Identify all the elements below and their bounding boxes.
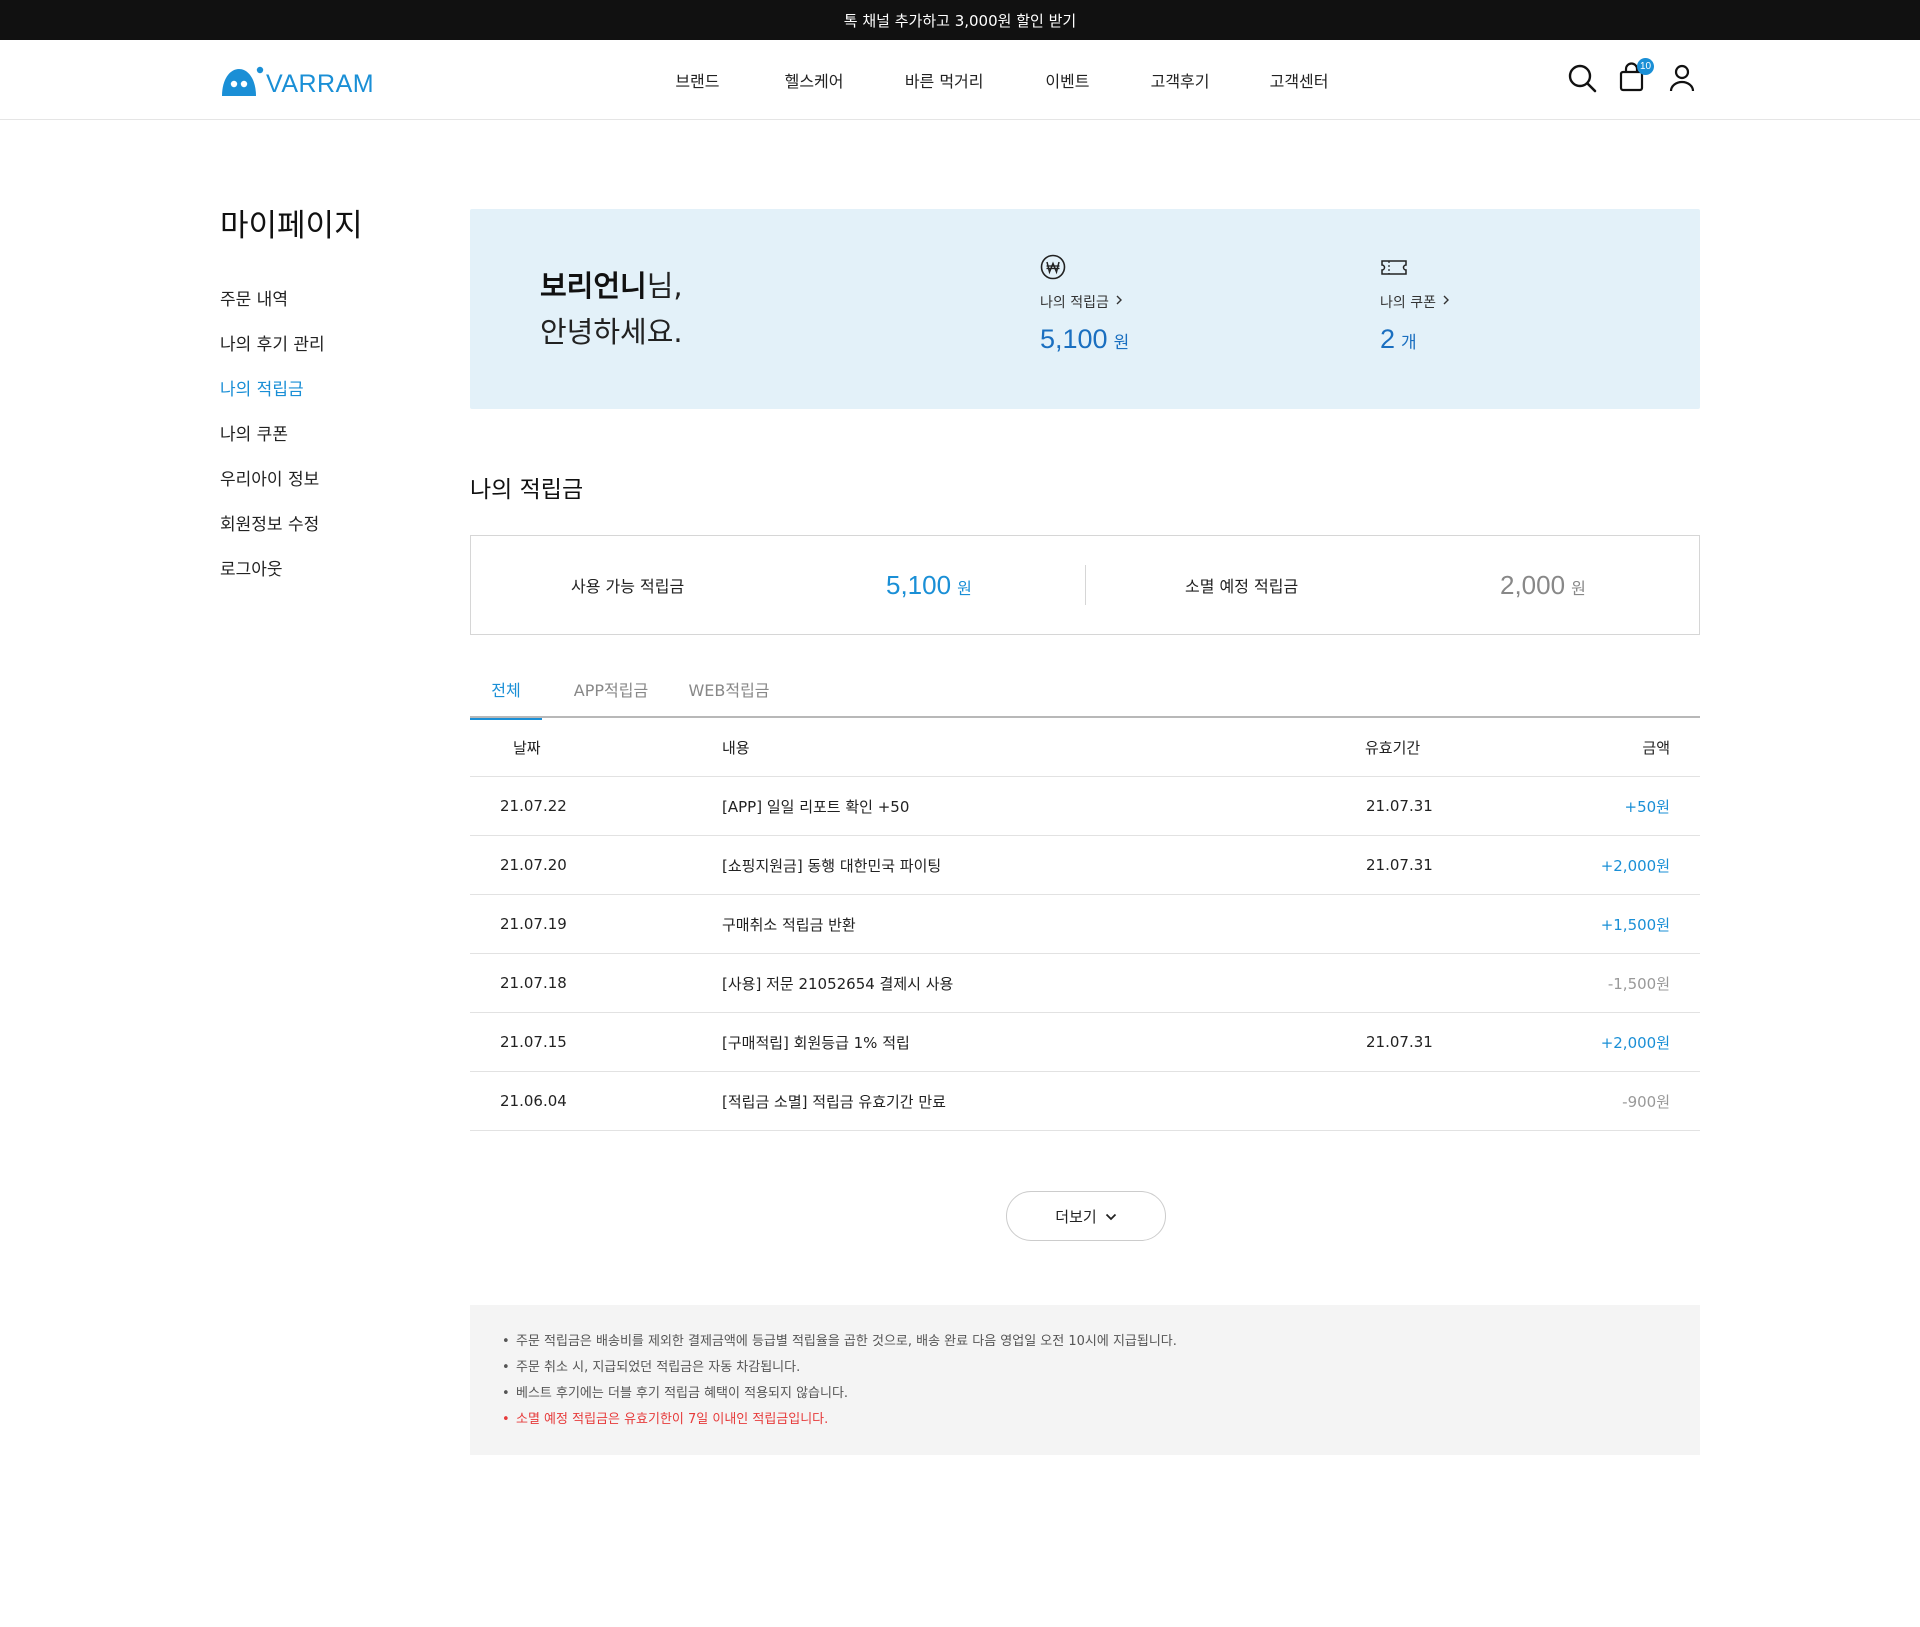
row-desc: [APP] 일일 리포트 확인 +50: [722, 797, 910, 816]
notice-item: 주문 취소 시, 지급되었던 적립금은 자동 차감됩니다.: [502, 1355, 1668, 1381]
welcome-card: 보리언니님, 안녕하세요. 나의 적립금 5,100 원 나의 쿠폰 2개: [470, 209, 1700, 409]
notice-item: 주문 적립금은 배송비를 제외한 결제금액에 등급별 적립율을 곱한 것으로, …: [502, 1329, 1668, 1355]
expiring-label: 소멸 예정 적립금: [1185, 577, 1299, 596]
header-amount: 금액: [1642, 738, 1670, 757]
nav-item-food[interactable]: 바른 먹거리: [844, 40, 984, 120]
sidebar-item-my-points[interactable]: 나의 적립금: [220, 376, 325, 421]
row-amount: -1,500원: [1607, 974, 1670, 993]
table-row: 21.06.04 [적립금 소멸] 적립금 유효기간 만료 -900원: [470, 1072, 1700, 1131]
row-amount: -900원: [1622, 1092, 1670, 1111]
chevron-right-icon: [1115, 294, 1123, 310]
row-desc: [적립금 소멸] 적립금 유효기간 만료: [722, 1092, 946, 1111]
sidebar-item-orders[interactable]: 주문 내역: [220, 286, 325, 331]
varram-logo-icon: [220, 65, 264, 97]
load-more-label: 더보기: [1055, 1207, 1097, 1226]
coupons-label: 나의 쿠폰: [1380, 295, 1436, 311]
sidebar-item-my-reviews[interactable]: 나의 후기 관리: [220, 331, 325, 376]
sidebar-menu: 주문 내역 나의 후기 관리 나의 적립금 나의 쿠폰 우리아이 정보 회원정보…: [220, 286, 325, 601]
user-name: 보리언니: [540, 269, 647, 303]
row-date: 21.06.04: [500, 1092, 567, 1110]
promo-banner[interactable]: 톡 채널 추가하고 3,000원 할인 받기: [0, 0, 1920, 40]
user-icon[interactable]: [1666, 62, 1698, 94]
points-stat: 나의 적립금 5,100 원: [1040, 254, 1129, 355]
tab-all[interactable]: 전체: [470, 660, 542, 720]
won-icon: [1040, 254, 1066, 284]
sidebar-item-child-info[interactable]: 우리아이 정보: [220, 466, 325, 511]
row-amount: +2,000원: [1600, 856, 1670, 875]
ticket-icon: [1380, 260, 1408, 284]
row-date: 21.07.15: [500, 1033, 567, 1051]
points-summary: 사용 가능 적립금 5,100 원 소멸 예정 적립금 2,000 원: [470, 535, 1700, 635]
points-label: 나의 적립금: [1040, 295, 1109, 311]
row-date: 21.07.20: [500, 856, 567, 874]
shopping-bag-icon[interactable]: 10: [1616, 58, 1654, 94]
header-icons: 10: [1566, 58, 1698, 94]
header-desc: 내용: [722, 738, 750, 757]
coupons-link[interactable]: 나의 쿠폰: [1380, 292, 1450, 312]
header-expiry: 유효기간: [1365, 738, 1421, 757]
table-row: 21.07.18 [사용] 저문 21052654 결제시 사용 -1,500원: [470, 954, 1700, 1013]
points-value: 5,100 원: [1040, 324, 1130, 354]
row-expiry: 21.07.31: [1366, 1033, 1433, 1051]
row-desc: 구매취소 적립금 반환: [722, 915, 856, 934]
available-label: 사용 가능 적립금: [571, 577, 685, 596]
greeting-text: 안녕하세요.: [540, 315, 683, 349]
logo[interactable]: VARRAM: [220, 64, 374, 98]
logo-text: VARRAM: [266, 69, 375, 98]
points-history-table: 날짜 내용 유효기간 금액 21.07.22 [APP] 일일 리포트 확인 +…: [470, 718, 1700, 1131]
user-name-suffix: 님,: [646, 269, 683, 303]
row-desc: [구매적립] 회원등급 1% 적립: [722, 1033, 910, 1052]
tab-app-points[interactable]: APP적립금: [556, 660, 666, 718]
sidebar-item-logout[interactable]: 로그아웃: [220, 556, 325, 601]
chevron-right-icon: [1442, 294, 1450, 310]
points-tabs: 전체 APP적립금 WEB적립금: [470, 660, 1700, 720]
row-amount: +50원: [1624, 797, 1670, 816]
table-header: 날짜 내용 유효기간 금액: [470, 718, 1700, 777]
row-expiry: 21.07.31: [1366, 797, 1433, 815]
row-expiry: 21.07.31: [1366, 856, 1433, 874]
site-header: VARRAM 브랜드 헬스케어 바른 먹거리 이벤트 고객후기 고객센터 10: [0, 40, 1920, 120]
table-row: 21.07.15 [구매적립] 회원등급 1% 적립 21.07.31 +2,0…: [470, 1013, 1700, 1072]
cart-count-badge: 10: [1637, 58, 1654, 75]
row-desc: [사용] 저문 21052654 결제시 사용: [722, 974, 954, 993]
available-value: 5,100 원: [886, 569, 972, 600]
nav-item-event[interactable]: 이벤트: [984, 40, 1089, 120]
nav-item-support[interactable]: 고객센터: [1210, 40, 1329, 120]
tab-web-points[interactable]: WEB적립금: [674, 660, 784, 718]
load-more-button[interactable]: 더보기: [1006, 1191, 1166, 1241]
row-date: 21.07.22: [500, 797, 567, 815]
expiring-value: 2,000 원: [1500, 569, 1586, 600]
row-date: 21.07.18: [500, 974, 567, 992]
search-icon[interactable]: [1566, 62, 1598, 94]
row-date: 21.07.19: [500, 915, 567, 933]
row-amount: +1,500원: [1600, 915, 1670, 934]
table-row: 21.07.22 [APP] 일일 리포트 확인 +50 21.07.31 +5…: [470, 777, 1700, 836]
row-desc: [쇼핑지원금] 동행 대한민국 파이팅: [722, 856, 942, 875]
welcome-greeting: 보리언니님, 안녕하세요.: [540, 263, 683, 355]
expiring-points: 소멸 예정 적립금 2,000 원: [1085, 536, 1699, 634]
nav-item-healthcare[interactable]: 헬스케어: [720, 40, 844, 120]
points-link[interactable]: 나의 적립금: [1040, 292, 1129, 312]
points-notice: 주문 적립금은 배송비를 제외한 결제금액에 등급별 적립율을 곱한 것으로, …: [470, 1305, 1700, 1455]
available-points: 사용 가능 적립금 5,100 원: [471, 536, 1085, 634]
notice-item-warning: 소멸 예정 적립금은 유효기한이 7일 이내인 적립금입니다.: [502, 1407, 1668, 1433]
notice-item: 베스트 후기에는 더블 후기 적립금 혜택이 적용되지 않습니다.: [502, 1381, 1668, 1407]
table-row: 21.07.19 구매취소 적립금 반환 +1,500원: [470, 895, 1700, 954]
nav-item-reviews[interactable]: 고객후기: [1090, 40, 1210, 120]
promo-text: 톡 채널 추가하고 3,000원 할인 받기: [843, 11, 1077, 30]
sidebar-item-my-coupons[interactable]: 나의 쿠폰: [220, 421, 325, 466]
coupons-stat: 나의 쿠폰 2개: [1380, 254, 1450, 355]
page-title: 마이페이지: [220, 208, 363, 244]
nav-item-brand[interactable]: 브랜드: [632, 40, 719, 120]
header-date: 날짜: [513, 738, 541, 757]
row-amount: +2,000원: [1600, 1033, 1670, 1052]
section-title: 나의 적립금: [470, 477, 584, 503]
coupons-value: 2개: [1380, 324, 1417, 354]
chevron-down-icon: [1105, 1207, 1117, 1225]
table-row: 21.07.20 [쇼핑지원금] 동행 대한민국 파이팅 21.07.31 +2…: [470, 836, 1700, 895]
sidebar-item-edit-profile[interactable]: 회원정보 수정: [220, 511, 325, 556]
